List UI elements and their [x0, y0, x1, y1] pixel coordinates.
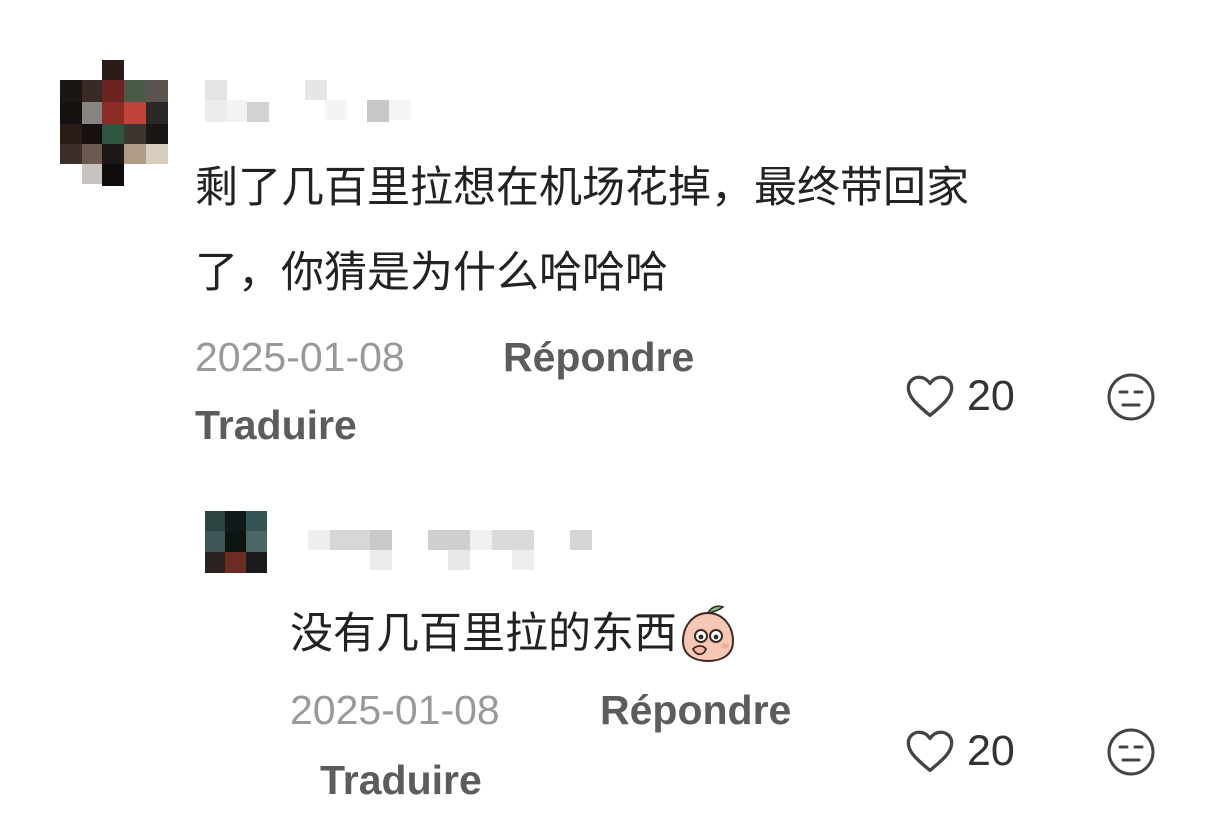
reply-button[interactable]: Répondre [600, 690, 791, 731]
reply-text: 没有几百里拉的东西 [290, 608, 677, 659]
translate-button[interactable]: Traduire [320, 760, 482, 801]
like-button[interactable]: 20 [905, 373, 1015, 419]
dislike-button[interactable] [1106, 727, 1156, 781]
expressionless-face-icon [1107, 728, 1155, 776]
comment-text-line2: 了，你猜是为什么哈哈哈 [195, 248, 668, 298]
comment-text: 没有几百里拉的东西 [290, 603, 737, 665]
reply-date: 2025-01-08 [290, 687, 500, 733]
peach-face-covering-mouth-emoji [681, 605, 735, 663]
translate-button[interactable]: Traduire [195, 405, 357, 446]
like-count: 20 [967, 371, 1015, 420]
comment-date: 2025-01-08 [195, 334, 405, 380]
expressionless-face-icon [1107, 373, 1155, 421]
reply-button[interactable]: Répondre [503, 337, 694, 378]
comment-text: 剩了几百里拉想在机场花掉，最终带回家 [195, 163, 969, 213]
username-redacted[interactable] [308, 530, 608, 572]
avatar[interactable] [60, 60, 168, 186]
like-button[interactable]: 20 [905, 728, 1015, 774]
heart-outline-icon [906, 375, 954, 418]
avatar[interactable] [205, 511, 267, 573]
heart-outline-icon [906, 730, 954, 773]
username-redacted[interactable] [205, 80, 445, 124]
dislike-button[interactable] [1106, 372, 1156, 426]
like-count: 20 [967, 726, 1015, 775]
